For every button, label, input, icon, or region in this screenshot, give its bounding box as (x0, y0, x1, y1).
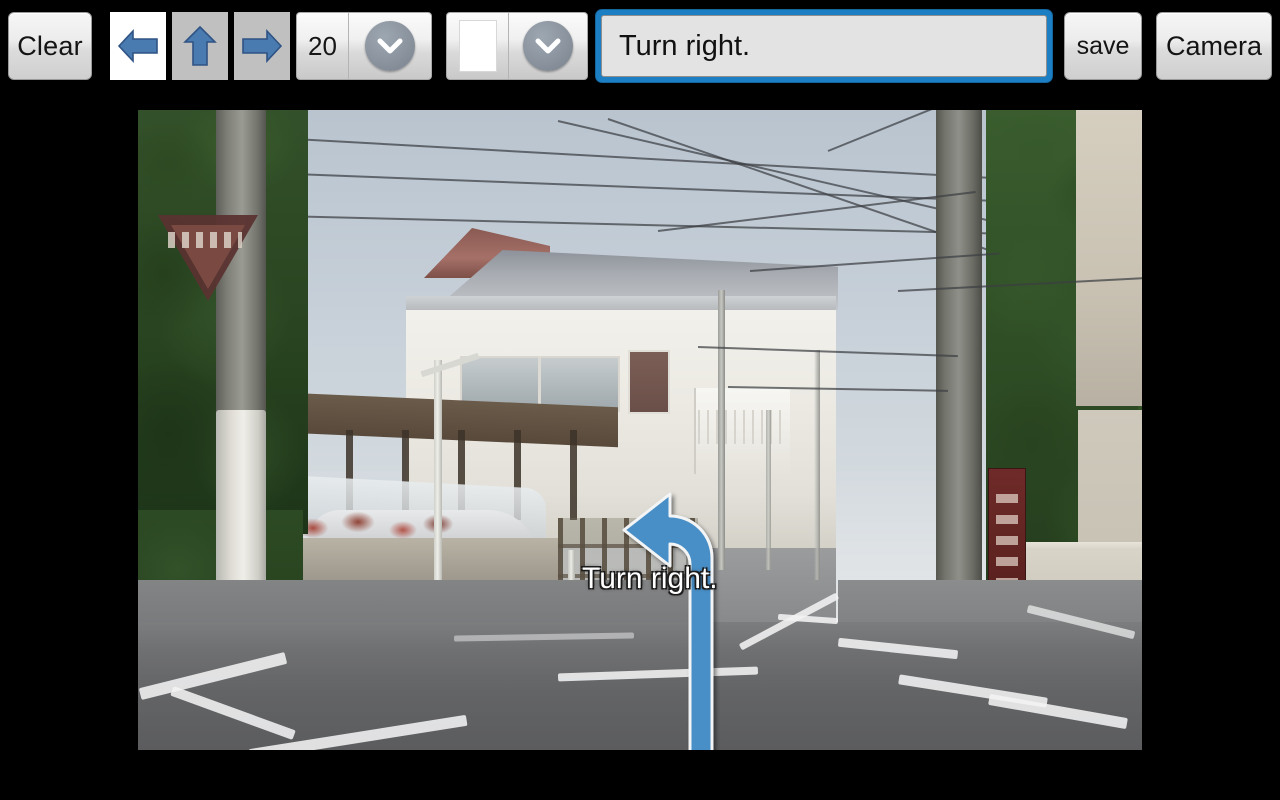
photo-canvas[interactable]: Turn right. (138, 110, 1142, 750)
power-wire (657, 191, 976, 232)
flower-bed (288, 508, 458, 550)
right-building (1076, 110, 1142, 406)
street-pole (766, 410, 771, 570)
balcony-railing (698, 410, 786, 444)
font-size-dropdown-arrow[interactable] (349, 13, 431, 79)
caption-input-focus-ring: Turn right. (596, 10, 1052, 82)
street-photo (138, 110, 1142, 750)
road-sign-text (168, 232, 242, 248)
app-root: Clear 20 Turn right. save Camera Turn ri… (0, 0, 1280, 800)
chevron-down-icon (365, 21, 415, 71)
color-swatch (458, 20, 497, 72)
arrow-right-icon (241, 26, 283, 66)
font-size-value: 20 (297, 13, 349, 79)
clear-button[interactable]: Clear (8, 12, 92, 80)
color-dropdown-arrow[interactable] (509, 13, 587, 79)
chevron-down-icon (523, 21, 573, 71)
arrow-left-icon (117, 26, 159, 66)
toolbar: Clear 20 Turn right. save Camera (0, 0, 1280, 92)
camera-button[interactable]: Camera (1156, 12, 1272, 80)
color-value (447, 13, 509, 79)
arrow-up-icon (180, 25, 220, 67)
power-wire (237, 214, 998, 235)
house-shutter (628, 350, 670, 414)
direction-up-button[interactable] (172, 12, 228, 80)
caption-input[interactable]: Turn right. (601, 15, 1047, 77)
street-pole (814, 350, 820, 580)
color-spinner[interactable] (446, 12, 588, 80)
house-eave (406, 296, 836, 310)
street-pole (718, 290, 725, 570)
font-size-spinner[interactable]: 20 (296, 12, 432, 80)
direction-left-button[interactable] (110, 12, 166, 80)
direction-right-button[interactable] (234, 12, 290, 80)
save-button[interactable]: save (1064, 12, 1142, 80)
